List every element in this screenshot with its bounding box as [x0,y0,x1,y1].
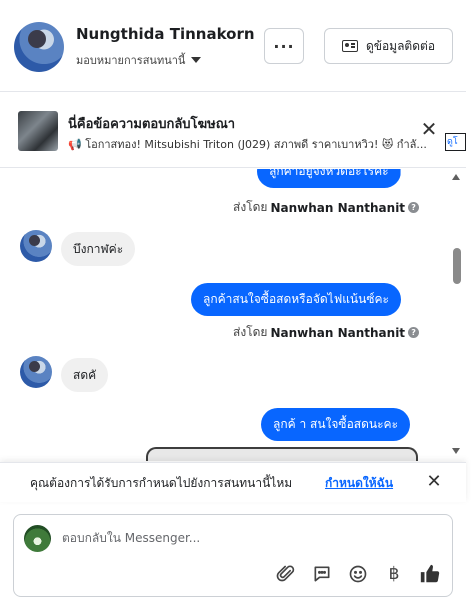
smiley-icon[interactable] [347,563,369,585]
sent-by-label: ส่งโดย Nanwhan Nanthanit ? [233,198,420,217]
contact-card-icon [341,40,358,52]
message-bubble-outgoing[interactable]: ลูกค้าสนใจซื้อสดหรือจัดไฟแน้นซ์คะ [191,283,401,316]
more-icon: ··· [273,36,295,56]
image-attachment-preview[interactable] [146,447,418,461]
info-icon[interactable]: ? [408,202,420,213]
chat-bubble-icon[interactable] [311,563,333,585]
sent-by-name: Nanwhan Nanthanit [270,325,406,340]
sent-by-label: ส่งโดย Nanwhan Nanthanit ? [233,323,420,342]
caret-down-icon [191,57,202,63]
assign-conversation-dropdown[interactable]: มอบหมายการสนทนานี้ [76,51,202,69]
message-bubble-incoming[interactable]: บึงกาฬค่ะ [61,232,136,266]
message-bubble-outgoing[interactable]: ลูกค้ า สนใจซื้อสดนะคะ [261,408,411,441]
ad-view-link[interactable]: ดูโ [445,133,466,151]
contact-name[interactable]: Nungthida Tinnakorn [76,25,255,43]
assign-prompt-bar: คุณต้องการได้รับการกำหนดไปยังการสนทนานี้… [0,462,466,502]
baht-icon[interactable]: ฿ [383,563,405,585]
info-icon[interactable]: ? [408,327,420,338]
sent-by-prefix: ส่งโดย [233,325,268,339]
view-contact-info-label: ดูข้อมูลติดต่อ [365,38,436,53]
contact-avatar-small[interactable] [20,356,52,388]
ad-thumbnail[interactable] [18,111,58,151]
paperclip-icon[interactable] [275,563,297,585]
assign-label: มอบหมายการสนทนานี้ [76,54,186,67]
more-options-button[interactable]: ··· [264,28,304,64]
scrollbar-thumb[interactable] [453,248,461,284]
scroll-down-arrow-icon[interactable] [452,448,460,454]
contact-avatar[interactable] [14,22,64,72]
assign-to-me-link[interactable]: กำหนดให้ฉัน [325,474,393,493]
sent-by-name: Nanwhan Nanthanit [270,200,406,215]
sent-by-prefix: ส่งโดย [233,200,268,214]
message-bubble-incoming[interactable]: สดคั [61,358,109,392]
view-contact-info-button[interactable]: ดูข้อมูลติดต่อ [324,28,453,64]
reply-input[interactable] [62,527,432,549]
contact-avatar-small[interactable] [20,230,52,262]
ad-reply-banner: นี่คือข้อความตอบกลับโฆษณา 📢 โอกาสทอง! Mi… [0,93,466,168]
close-icon[interactable]: ✕ [426,472,442,492]
message-composer: ฿ [13,514,453,597]
ad-subtitle: 📢 โอกาสทอง! Mitsubishi Triton (J029) สภา… [68,138,427,151]
scroll-up-arrow-icon[interactable] [452,174,460,180]
ad-title: นี่คือข้อความตอบกลับโฆษณา [68,117,236,132]
page-avatar [24,525,51,552]
thumbs-up-icon[interactable] [419,563,441,585]
ad-close-icon[interactable]: ✕ [420,119,438,139]
assign-prompt-text: คุณต้องการได้รับการกำหนดไปยังการสนทนานี้… [30,476,293,490]
conversation-header: Nungthida Tinnakorn มอบหมายการสนทนานี้ ·… [0,0,466,92]
